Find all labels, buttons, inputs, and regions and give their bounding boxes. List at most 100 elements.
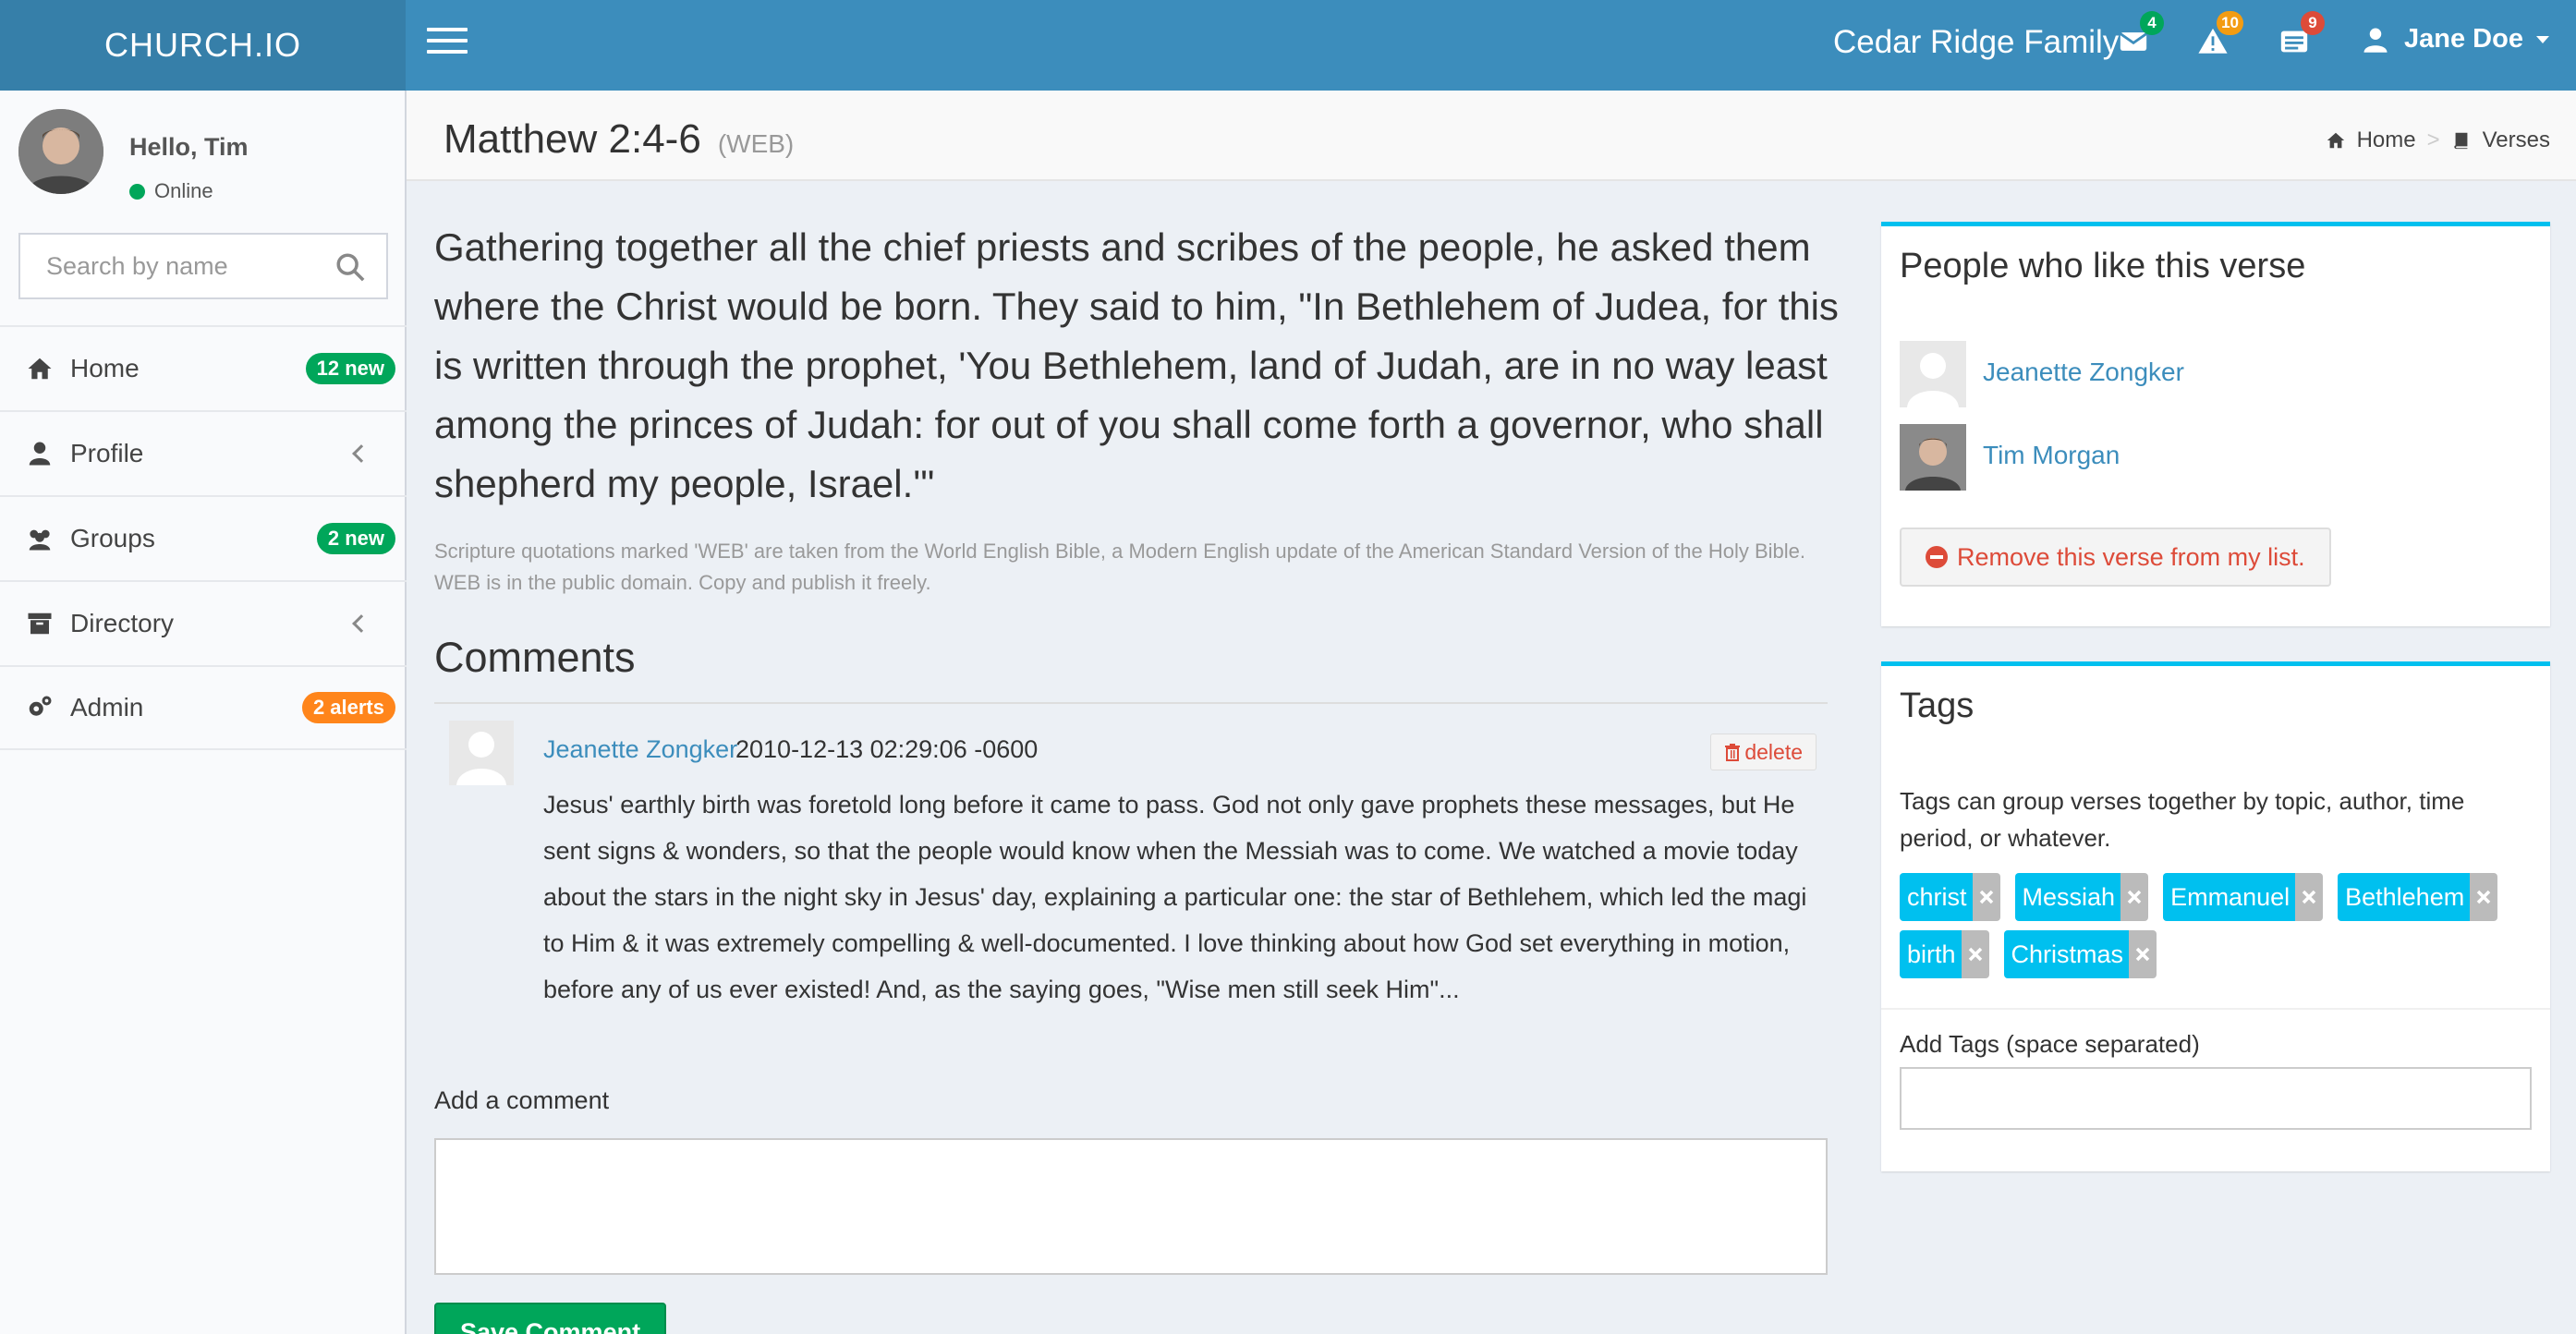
search-icon[interactable] <box>334 251 366 283</box>
remove-tag-icon[interactable] <box>2295 873 2324 921</box>
avatar <box>1900 424 1966 491</box>
likes-title: People who like this verse <box>1900 247 2306 285</box>
book-icon <box>2453 132 2468 150</box>
sidebar-item-groups[interactable]: Groups 2 new <box>0 495 407 580</box>
remove-tag-icon[interactable] <box>1972 873 2000 921</box>
breadcrumb-separator: > <box>2426 127 2440 152</box>
comment-author-link[interactable]: Jeanette Zongker <box>543 735 737 764</box>
tag-chip: Emmanuel <box>2163 873 2324 921</box>
content-header: Matthew 2:4-6 (WEB) Home > Verses <box>407 91 2576 181</box>
avatar <box>1900 341 1966 407</box>
tag-chip: birth <box>1900 930 1989 978</box>
remove-verse-button[interactable]: Remove this verse from my list. <box>1900 528 2331 587</box>
org-name[interactable]: Cedar Ridge Family <box>1833 24 2119 61</box>
remove-tag-icon[interactable] <box>2470 873 2498 921</box>
user-panel: Hello, Tim Online <box>18 109 388 203</box>
sidebar-item-label: Profile <box>70 439 144 467</box>
app-logo[interactable]: CHURCH.IO <box>0 0 406 91</box>
trash-icon <box>1725 744 1741 761</box>
avatar <box>449 721 514 785</box>
sidebar-menu: Home 12 new Profile Groups 2 new Directo… <box>0 325 407 750</box>
likes-box: People who like this verse Jeanette Zong… <box>1881 222 2550 626</box>
add-comment-label: Add a comment <box>434 1086 610 1114</box>
tag-label[interactable]: christ <box>1900 873 1973 921</box>
sidebar-item-label: Directory <box>70 609 175 637</box>
top-navbar: CHURCH.IO Cedar Ridge Family 4 10 9 Jane… <box>0 0 2576 91</box>
tag-chip: Bethlehem <box>2338 873 2498 921</box>
tag-label[interactable]: birth <box>1900 930 1962 978</box>
tags-title: Tags <box>1900 686 1975 725</box>
chevron-down-icon <box>2535 35 2549 43</box>
add-tags-input[interactable] <box>1900 1067 2532 1130</box>
bible-version: (WEB) <box>717 129 795 158</box>
tag-label[interactable]: Emmanuel <box>2163 873 2296 921</box>
search-input[interactable] <box>20 235 325 297</box>
alerts-count-badge: 2 alerts <box>301 692 395 723</box>
archive-icon <box>28 612 52 635</box>
home-icon <box>2327 132 2344 149</box>
sidebar-item-home[interactable]: Home 12 new <box>0 325 407 410</box>
online-status: Online <box>129 179 213 203</box>
liker-item: Tim Morgan <box>1900 424 2362 491</box>
tag-chip: christ <box>1900 873 2000 921</box>
verse-reference: Matthew 2:4-6 <box>444 116 701 162</box>
sidebar-search <box>18 233 388 299</box>
remove-tag-icon[interactable] <box>1961 930 1989 978</box>
tag-chip: Christmas <box>2003 930 2157 978</box>
comments-heading: Comments <box>434 634 636 681</box>
user-greeting: Hello, Tim <box>129 133 249 161</box>
avatar <box>18 109 103 194</box>
sidebar-item-label: Admin <box>70 693 144 722</box>
users-icon <box>29 529 51 551</box>
chevron-left-icon <box>352 444 371 463</box>
sidebar-item-profile[interactable]: Profile <box>0 410 407 495</box>
tag-label[interactable]: Messiah <box>2014 873 2121 921</box>
sidebar-item-admin[interactable]: Admin 2 alerts <box>0 665 407 750</box>
envelope-icon[interactable]: 4 <box>2118 11 2164 67</box>
breadcrumb-home-link[interactable]: Home <box>2357 127 2416 153</box>
sidebar-item-directory[interactable]: Directory <box>0 580 407 665</box>
sidebar-item-label: Home <box>70 354 140 382</box>
user-icon <box>29 442 51 466</box>
home-icon <box>28 358 52 380</box>
divider <box>1881 1008 2550 1010</box>
remove-tag-icon[interactable] <box>2120 873 2149 921</box>
messages-count-badge: 4 <box>2140 11 2164 35</box>
add-tags-label: Add Tags (space separated) <box>1900 1030 2200 1058</box>
comment-textarea[interactable] <box>434 1138 1828 1275</box>
comment-item: Jeanette Zongker 2010-12-13 02:29:06 -06… <box>449 721 1817 1016</box>
save-comment-button[interactable]: Save Comment <box>434 1303 667 1334</box>
new-count-badge: 2 new <box>316 523 395 554</box>
divider <box>434 702 1828 704</box>
tag-label[interactable]: Christmas <box>2003 930 2130 978</box>
comment-body: Jesus' earthly birth was foretold long b… <box>543 791 1807 1003</box>
liker-name-link[interactable]: Tim Morgan <box>1983 441 2120 470</box>
comment-timestamp: 2010-12-13 02:29:06 -0600 <box>735 735 1039 763</box>
tag-list: christ Messiah Emmanuel Bethlehem birth … <box>1900 873 2537 978</box>
user-icon <box>2363 28 2388 53</box>
verse-text: Gathering together all the chief priests… <box>434 225 1839 505</box>
delete-comment-button[interactable]: delete <box>1710 734 1817 770</box>
sidebar-toggle-icon[interactable] <box>427 28 468 61</box>
tag-label[interactable]: Bethlehem <box>2338 873 2471 921</box>
gears-icon <box>29 696 52 716</box>
online-dot-icon <box>129 183 145 200</box>
delete-label: delete <box>1744 740 1803 764</box>
user-name: Jane Doe <box>2404 24 2523 54</box>
tags-box: Tags Tags can group verses together by t… <box>1881 661 2550 1171</box>
user-menu[interactable]: Jane Doe <box>2362 24 2549 55</box>
breadcrumb: Home > Verses <box>2326 127 2550 153</box>
chevron-left-icon <box>352 614 371 633</box>
warning-icon[interactable]: 10 <box>2197 11 2243 67</box>
status-label: Online <box>154 179 213 202</box>
sidebar: Hello, Tim Online Home 12 new Profile Gr… <box>0 91 407 1334</box>
list-icon[interactable]: 9 <box>2278 11 2325 67</box>
liker-name-link[interactable]: Jeanette Zongker <box>1983 358 2184 387</box>
remove-tag-icon[interactable] <box>2129 930 2157 978</box>
breadcrumb-current: Verses <box>2482 127 2550 152</box>
tag-chip: Messiah <box>2014 873 2149 921</box>
alerts-count-badge: 10 <box>2217 11 2243 35</box>
scripture-disclaimer: Scripture quotations marked 'WEB' are ta… <box>434 540 1806 594</box>
liker-item: Jeanette Zongker <box>1900 341 2362 407</box>
sidebar-item-label: Groups <box>70 524 155 552</box>
